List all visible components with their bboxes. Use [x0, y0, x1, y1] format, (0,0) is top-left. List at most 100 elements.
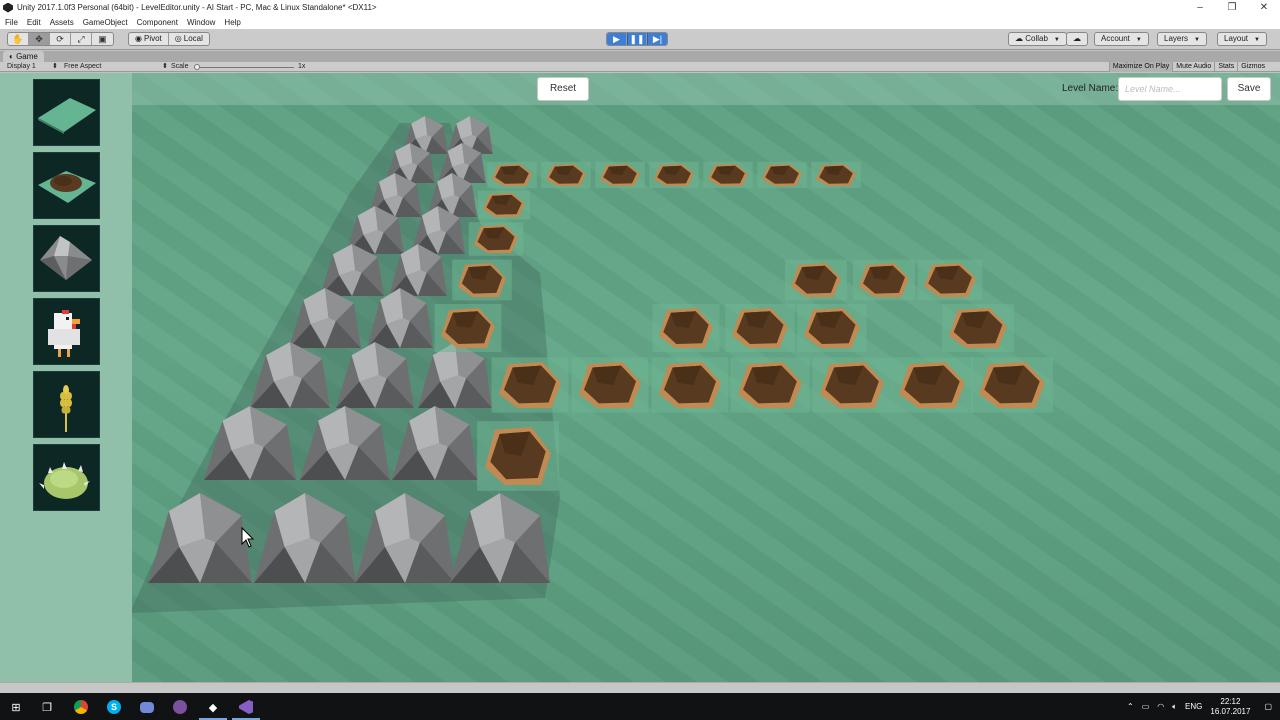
- dirt-tile: [797, 304, 867, 352]
- dirt-tile: [785, 259, 847, 301]
- maximize-button[interactable]: ❐: [1216, 0, 1248, 15]
- dirt-tile: [452, 259, 512, 301]
- clock-time: 22:12: [1220, 696, 1241, 706]
- dirt-tile: [811, 161, 861, 189]
- unity-taskbar-icon[interactable]: ◆: [204, 698, 222, 716]
- clock-date: 16.07.2017: [1210, 706, 1251, 716]
- move-tool-icon[interactable]: ✥: [29, 33, 50, 45]
- wheat-icon: [60, 385, 72, 432]
- game-tab-label: Game: [16, 52, 38, 61]
- palette-chicken[interactable]: [33, 298, 100, 365]
- menu-assets[interactable]: Assets: [50, 18, 74, 27]
- unity-logo-icon: [3, 2, 13, 13]
- scale-label: Scale: [171, 63, 189, 70]
- rotate-tool-icon[interactable]: ⟳: [50, 33, 71, 45]
- horizontal-scrollbar[interactable]: [0, 682, 1280, 693]
- level-name-input[interactable]: [1118, 77, 1222, 101]
- dirt-tile: [491, 357, 569, 413]
- menu-file[interactable]: File: [5, 18, 18, 27]
- chevron-down-icon: ▼: [1053, 37, 1060, 43]
- main-toolbar: ✋ ✥ ⟳ ⤢ ▣ ◉ Pivot ◎ Local ▶ ❚❚ ▶| ☁ Collab…: [0, 29, 1280, 50]
- dirt-tile: [917, 259, 983, 301]
- pivot-icon: ◉: [135, 34, 142, 43]
- collab-dropdown[interactable]: ☁ Collab ▼: [1008, 32, 1067, 46]
- save-button[interactable]: Save: [1227, 77, 1271, 101]
- palette-dirt-tile[interactable]: [33, 152, 100, 219]
- notifications-icon[interactable]: ▢: [1264, 702, 1272, 711]
- viber-icon[interactable]: [171, 698, 189, 716]
- menu-component[interactable]: Component: [137, 18, 178, 27]
- layout-dropdown[interactable]: Layout ▼: [1217, 32, 1267, 46]
- stats-toggle[interactable]: Stats: [1214, 62, 1237, 72]
- chevron-up-icon[interactable]: ⌃: [1127, 702, 1134, 711]
- dirt-tile: [812, 357, 892, 413]
- language-indicator[interactable]: ENG: [1185, 702, 1202, 711]
- windows-start-icon[interactable]: ⊞: [7, 698, 25, 716]
- level-name-label: Level Name:: [1062, 83, 1119, 94]
- display-dropdown[interactable]: Display 1: [7, 62, 36, 72]
- play-icon[interactable]: ▶: [607, 33, 627, 45]
- palette-bush[interactable]: [33, 444, 100, 511]
- clock[interactable]: 22:12 16.07.2017: [1210, 697, 1250, 717]
- play-controls: ▶ ❚❚ ▶|: [606, 32, 668, 46]
- palette-wheat[interactable]: [33, 371, 100, 438]
- pivot-button[interactable]: ◉ Pivot: [129, 33, 169, 45]
- account-label: Account: [1101, 34, 1130, 43]
- chevron-down-icon: ▼: [1194, 37, 1200, 43]
- network-icon[interactable]: ▭: [1142, 702, 1150, 711]
- menu-edit[interactable]: Edit: [27, 18, 41, 27]
- layers-label: Layers: [1164, 34, 1189, 43]
- palette-rock-tile[interactable]: [33, 225, 100, 292]
- volume-icon[interactable]: 🔈︎: [1172, 702, 1177, 712]
- account-dropdown[interactable]: Account ▼: [1094, 32, 1149, 46]
- cloud-icon: ☁: [1073, 34, 1081, 43]
- minimize-button[interactable]: –: [1184, 0, 1216, 15]
- dirt-tile: [757, 161, 807, 189]
- transform-tools: ✋ ✥ ⟳ ⤢ ▣: [7, 32, 114, 46]
- scale-tool-icon[interactable]: ⤢: [71, 33, 92, 45]
- reset-button[interactable]: Reset: [537, 77, 589, 101]
- chicken-icon: [48, 310, 80, 357]
- game-tab-bar: ◐ Game: [0, 51, 1280, 62]
- dirt-tile: [487, 161, 537, 189]
- dirt-tile: [942, 304, 1014, 352]
- game-view[interactable]: Reset Level Name: Save: [0, 73, 1280, 682]
- rect-tool-icon[interactable]: ▣: [92, 33, 113, 45]
- menu-help[interactable]: Help: [224, 18, 240, 27]
- bush-icon: [39, 462, 90, 499]
- collab-label: Collab: [1025, 34, 1048, 43]
- layers-dropdown[interactable]: Layers ▼: [1157, 32, 1207, 46]
- visual-studio-icon[interactable]: [237, 698, 255, 716]
- palette-grass-tile[interactable]: [33, 79, 100, 146]
- hand-tool-icon[interactable]: ✋: [8, 33, 29, 45]
- cloud-button[interactable]: ☁: [1066, 32, 1088, 46]
- local-button[interactable]: ◎ Local: [169, 33, 209, 45]
- dirt-tile: [703, 161, 753, 189]
- dirt-tile: [468, 222, 524, 256]
- step-icon[interactable]: ▶|: [647, 33, 667, 45]
- skype-icon[interactable]: S: [105, 698, 123, 716]
- dirt-tile: [649, 161, 699, 189]
- scale-slider-track[interactable]: [194, 67, 294, 68]
- menu-gameobject[interactable]: GameObject: [83, 18, 128, 27]
- local-icon: ◎: [174, 34, 182, 43]
- pause-icon[interactable]: ❚❚: [627, 33, 647, 45]
- close-button[interactable]: ✕: [1248, 0, 1280, 15]
- layout-label: Layout: [1224, 34, 1249, 43]
- wifi-icon[interactable]: ◠: [1157, 702, 1164, 711]
- scale-slider-handle[interactable]: [194, 64, 200, 70]
- chevron-down-icon: ▼: [1135, 37, 1142, 43]
- dirt-tile: [477, 190, 531, 220]
- tab-game[interactable]: ◐ Game: [3, 51, 44, 62]
- chrome-icon[interactable]: [72, 698, 90, 716]
- discord-icon[interactable]: [138, 698, 156, 716]
- menu-window[interactable]: Window: [187, 18, 215, 27]
- tile-palette-panel: [0, 73, 132, 682]
- maximize-on-play-toggle[interactable]: Maximize On Play: [1108, 62, 1173, 72]
- gizmos-dropdown[interactable]: Gizmos: [1237, 62, 1268, 72]
- mute-audio-toggle[interactable]: Mute Audio: [1172, 62, 1214, 72]
- chevron-down-icon: ⬍: [162, 63, 168, 70]
- dirt-tile: [571, 357, 649, 413]
- aspect-dropdown[interactable]: Free Aspect: [64, 62, 101, 72]
- task-view-icon[interactable]: ❐: [38, 698, 56, 716]
